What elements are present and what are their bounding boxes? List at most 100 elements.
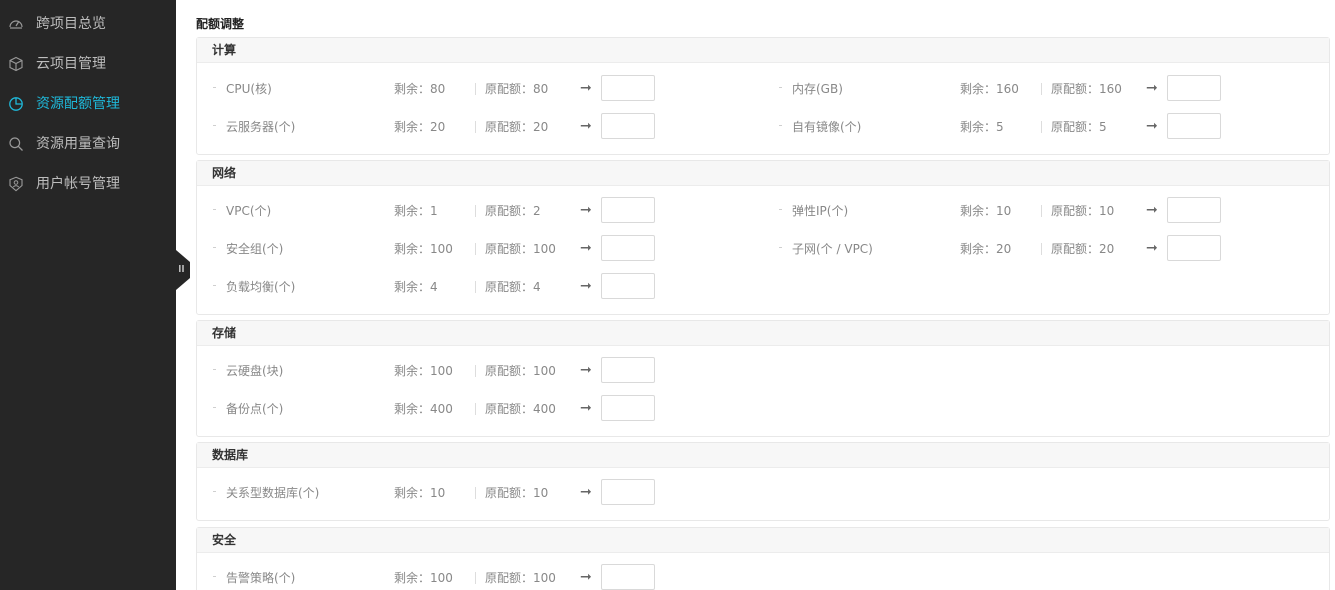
quota-row: VPC(个) 剩余：1 原配额：2 ➞: [213, 197, 663, 225]
original-quota: 原配额：10: [485, 486, 549, 500]
nav-item-resource-quota-management[interactable]: 资源配额管理: [0, 84, 176, 124]
separator: [475, 572, 476, 584]
quota-name: 内存(GB): [792, 82, 843, 96]
separator: [475, 487, 476, 499]
remaining-value: 剩余：20: [394, 120, 446, 134]
arrow-right-icon: ➞: [580, 240, 592, 256]
new-quota-input[interactable]: [1167, 75, 1221, 101]
remaining-value: 剩余：5: [960, 120, 1004, 134]
bullet-dot: [779, 209, 782, 210]
bullet-dot: [779, 125, 782, 126]
separator: [475, 365, 476, 377]
nav-item-resource-usage-query[interactable]: 资源用量查询: [0, 124, 176, 164]
remaining-value: 剩余：100: [394, 571, 453, 585]
section-title: 网络: [197, 161, 1329, 186]
separator: [475, 121, 476, 133]
bullet-dot: [213, 285, 216, 286]
new-quota-input[interactable]: [601, 113, 655, 139]
quota-name: 云硬盘(块): [226, 364, 284, 378]
new-quota-input[interactable]: [601, 75, 655, 101]
arrow-right-icon: ➞: [580, 80, 592, 96]
quota-name: 弹性IP(个): [792, 204, 849, 218]
remaining-value: 剩余：80: [394, 82, 446, 96]
new-quota-input[interactable]: [1167, 235, 1221, 261]
quota-name: CPU(核): [226, 82, 272, 96]
bullet-dot: [213, 576, 216, 577]
new-quota-input[interactable]: [601, 235, 655, 261]
separator: [475, 205, 476, 217]
nav-label: 用户帐号管理: [36, 176, 120, 192]
user-shield-icon: [9, 176, 23, 192]
original-quota: 原配额：100: [485, 571, 556, 585]
main-content: 配额调整 计算 CPU(核) 剩余：80 原配额：80 ➞ 内存(GB) 剩余：…: [176, 0, 1335, 590]
sidebar: 跨项目总览 云项目管理 资源配额管理 资源用量查询 用户帐号管理: [0, 0, 176, 590]
nav-item-cross-project-overview[interactable]: 跨项目总览: [0, 4, 176, 44]
quota-name: 告警策略(个): [226, 571, 296, 585]
new-quota-input[interactable]: [601, 564, 655, 590]
original-quota: 原配额：100: [485, 364, 556, 378]
original-quota: 原配额：2: [485, 204, 541, 218]
arrow-right-icon: ➞: [1146, 80, 1158, 96]
original-quota: 原配额：20: [1051, 242, 1115, 256]
new-quota-input[interactable]: [601, 395, 655, 421]
quota-name: 关系型数据库(个): [226, 486, 320, 500]
new-quota-input[interactable]: [601, 197, 655, 223]
original-quota: 原配额：20: [485, 120, 549, 134]
quota-row: 关系型数据库(个) 剩余：10 原配额：10 ➞: [213, 479, 663, 507]
original-quota: 原配额：80: [485, 82, 549, 96]
new-quota-input[interactable]: [1167, 197, 1221, 223]
separator: [475, 403, 476, 415]
arrow-right-icon: ➞: [1146, 240, 1158, 256]
quota-row: 子网(个 / VPC) 剩余：20 原配额：20 ➞: [779, 235, 1229, 263]
dashboard-icon: [9, 20, 23, 29]
quota-name: 云服务器(个): [226, 120, 296, 134]
section-database: 数据库 关系型数据库(个) 剩余：10 原配额：10 ➞: [196, 442, 1330, 521]
quota-row: 弹性IP(个) 剩余：10 原配额：10 ➞: [779, 197, 1229, 225]
separator: [1041, 243, 1042, 255]
separator: [1041, 121, 1042, 133]
bullet-dot: [213, 247, 216, 248]
cube-icon: [9, 56, 23, 72]
section-compute: 计算 CPU(核) 剩余：80 原配额：80 ➞ 内存(GB) 剩余：160 原…: [196, 37, 1330, 155]
new-quota-input[interactable]: [601, 273, 655, 299]
remaining-value: 剩余：100: [394, 364, 453, 378]
original-quota: 原配额：160: [1051, 82, 1122, 96]
arrow-right-icon: ➞: [580, 484, 592, 500]
quota-row: 备份点(个) 剩余：400 原配额：400 ➞: [213, 395, 663, 423]
quota-row: 负载均衡(个) 剩余：4 原配额：4 ➞: [213, 273, 663, 301]
pie-chart-icon: [9, 97, 23, 111]
remaining-value: 剩余：160: [960, 82, 1019, 96]
new-quota-input[interactable]: [601, 479, 655, 505]
original-quota: 原配额：4: [485, 280, 541, 294]
quota-row: 云硬盘(块) 剩余：100 原配额：100 ➞: [213, 357, 663, 385]
page-title: 配额调整: [196, 17, 245, 31]
section-security: 安全 告警策略(个) 剩余：100 原配额：100 ➞: [196, 527, 1330, 590]
nav-label: 资源用量查询: [36, 136, 120, 152]
new-quota-input[interactable]: [1167, 113, 1221, 139]
nav-item-cloud-project-management[interactable]: 云项目管理: [0, 44, 176, 84]
original-quota: 原配额：10: [1051, 204, 1115, 218]
quota-name: 安全组(个): [226, 242, 284, 256]
separator: [475, 243, 476, 255]
arrow-right-icon: ➞: [1146, 118, 1158, 134]
remaining-value: 剩余：4: [394, 280, 438, 294]
arrow-right-icon: ➞: [580, 118, 592, 134]
arrow-right-icon: ➞: [580, 569, 592, 585]
section-title: 安全: [197, 528, 1329, 553]
new-quota-input[interactable]: [601, 357, 655, 383]
separator: [475, 83, 476, 95]
arrow-right-icon: ➞: [580, 362, 592, 378]
arrow-right-icon: ➞: [580, 202, 592, 218]
arrow-right-icon: ➞: [580, 278, 592, 294]
quota-name: 备份点(个): [226, 402, 284, 416]
bullet-dot: [213, 125, 216, 126]
remaining-value: 剩余：1: [394, 204, 438, 218]
bullet-dot: [213, 209, 216, 210]
quota-name: 子网(个 / VPC): [792, 242, 873, 256]
bullet-dot: [213, 87, 216, 88]
nav-label: 云项目管理: [36, 56, 106, 72]
remaining-value: 剩余：100: [394, 242, 453, 256]
section-title: 存储: [197, 321, 1329, 346]
nav-item-user-account-management[interactable]: 用户帐号管理: [0, 164, 176, 204]
arrow-right-icon: ➞: [1146, 202, 1158, 218]
